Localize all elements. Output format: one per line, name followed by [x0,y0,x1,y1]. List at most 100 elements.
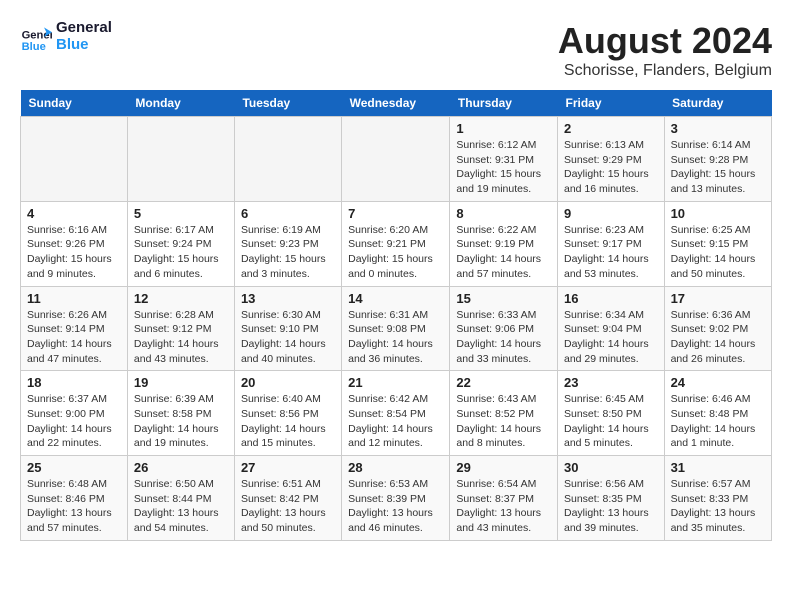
day-number: 18 [27,375,121,390]
calendar-cell: 5 Sunrise: 6:17 AM Sunset: 9:24 PM Daylig… [127,201,234,286]
svg-text:Blue: Blue [22,40,46,52]
calendar-cell: 15 Sunrise: 6:33 AM Sunset: 9:06 PM Dayli… [450,286,558,371]
day-info: Sunrise: 6:39 AM Sunset: 8:58 PM Dayligh… [134,392,228,451]
day-number: 14 [348,291,443,306]
calendar-cell [127,117,234,202]
day-info: Sunrise: 6:42 AM Sunset: 8:54 PM Dayligh… [348,392,443,451]
day-number: 2 [564,121,658,136]
calendar-cell: 14 Sunrise: 6:31 AM Sunset: 9:08 PM Dayli… [342,286,450,371]
day-info: Sunrise: 6:56 AM Sunset: 8:35 PM Dayligh… [564,477,658,536]
day-number: 6 [241,206,335,221]
day-info: Sunrise: 6:28 AM Sunset: 9:12 PM Dayligh… [134,308,228,367]
day-number: 19 [134,375,228,390]
day-info: Sunrise: 6:48 AM Sunset: 8:46 PM Dayligh… [27,477,121,536]
day-info: Sunrise: 6:54 AM Sunset: 8:37 PM Dayligh… [456,477,551,536]
month-year-title: August 2024 [558,20,772,62]
day-info: Sunrise: 6:20 AM Sunset: 9:21 PM Dayligh… [348,223,443,282]
day-info: Sunrise: 6:25 AM Sunset: 9:15 PM Dayligh… [671,223,765,282]
header-wednesday: Wednesday [342,90,450,117]
week-row-2: 11Sunrise: 6:26 AM Sunset: 9:14 PM Dayli… [21,286,772,371]
header-saturday: Saturday [664,90,771,117]
day-number: 29 [456,460,551,475]
calendar-cell: 17 Sunrise: 6:36 AM Sunset: 9:02 PM Dayli… [664,286,771,371]
header-friday: Friday [557,90,664,117]
day-info: Sunrise: 6:46 AM Sunset: 8:48 PM Dayligh… [671,392,765,451]
calendar-cell: 3 Sunrise: 6:14 AM Sunset: 9:28 PM Daylig… [664,117,771,202]
calendar-cell: 18 Sunrise: 6:37 AM Sunset: 9:00 PM Dayli… [21,371,128,456]
calendar-cell [342,117,450,202]
day-info: Sunrise: 6:16 AM Sunset: 9:26 PM Dayligh… [27,223,121,282]
calendar-cell: 21 Sunrise: 6:42 AM Sunset: 8:54 PM Dayli… [342,371,450,456]
logo-text-blue: Blue [56,37,112,54]
day-number: 21 [348,375,443,390]
calendar-cell: 23Sunrise: 6:45 AM Sunset: 8:50 PM Dayli… [557,371,664,456]
calendar-cell [234,117,341,202]
day-info: Sunrise: 6:51 AM Sunset: 8:42 PM Dayligh… [241,477,335,536]
calendar-cell: 29 Sunrise: 6:54 AM Sunset: 8:37 PM Dayli… [450,456,558,541]
day-info: Sunrise: 6:53 AM Sunset: 8:39 PM Dayligh… [348,477,443,536]
calendar-cell: 2 Sunrise: 6:13 AM Sunset: 9:29 PM Daylig… [557,117,664,202]
day-number: 28 [348,460,443,475]
day-number: 9 [564,206,658,221]
day-info: Sunrise: 6:33 AM Sunset: 9:06 PM Dayligh… [456,308,551,367]
day-info: Sunrise: 6:17 AM Sunset: 9:24 PM Dayligh… [134,223,228,282]
calendar-cell: 11Sunrise: 6:26 AM Sunset: 9:14 PM Dayli… [21,286,128,371]
day-number: 7 [348,206,443,221]
calendar-cell: 22Sunrise: 6:43 AM Sunset: 8:52 PM Dayli… [450,371,558,456]
day-number: 27 [241,460,335,475]
day-number: 5 [134,206,228,221]
day-info: Sunrise: 6:43 AM Sunset: 8:52 PM Dayligh… [456,392,551,451]
day-info: Sunrise: 6:34 AM Sunset: 9:04 PM Dayligh… [564,308,658,367]
day-number: 24 [671,375,765,390]
day-info: Sunrise: 6:13 AM Sunset: 9:29 PM Dayligh… [564,138,658,197]
calendar-header-row: SundayMondayTuesdayWednesdayThursdayFrid… [21,90,772,117]
day-number: 3 [671,121,765,136]
logo-text-general: General [56,20,112,37]
header-thursday: Thursday [450,90,558,117]
day-number: 31 [671,460,765,475]
day-info: Sunrise: 6:30 AM Sunset: 9:10 PM Dayligh… [241,308,335,367]
day-info: Sunrise: 6:23 AM Sunset: 9:17 PM Dayligh… [564,223,658,282]
day-info: Sunrise: 6:37 AM Sunset: 9:00 PM Dayligh… [27,392,121,451]
day-info: Sunrise: 6:31 AM Sunset: 9:08 PM Dayligh… [348,308,443,367]
header-tuesday: Tuesday [234,90,341,117]
day-number: 1 [456,121,551,136]
calendar-cell: 10 Sunrise: 6:25 AM Sunset: 9:15 PM Dayli… [664,201,771,286]
day-number: 25 [27,460,121,475]
day-number: 20 [241,375,335,390]
calendar-cell: 27 Sunrise: 6:51 AM Sunset: 8:42 PM Dayli… [234,456,341,541]
calendar-cell: 13 Sunrise: 6:30 AM Sunset: 9:10 PM Dayli… [234,286,341,371]
calendar-cell: 25 Sunrise: 6:48 AM Sunset: 8:46 PM Dayli… [21,456,128,541]
calendar-cell: 24 Sunrise: 6:46 AM Sunset: 8:48 PM Dayli… [664,371,771,456]
header-sunday: Sunday [21,90,128,117]
day-info: Sunrise: 6:14 AM Sunset: 9:28 PM Dayligh… [671,138,765,197]
day-number: 11 [27,291,121,306]
day-info: Sunrise: 6:40 AM Sunset: 8:56 PM Dayligh… [241,392,335,451]
calendar-cell: 8Sunrise: 6:22 AM Sunset: 9:19 PM Daylig… [450,201,558,286]
week-row-4: 25 Sunrise: 6:48 AM Sunset: 8:46 PM Dayli… [21,456,772,541]
day-number: 15 [456,291,551,306]
calendar-cell: 1 Sunrise: 6:12 AM Sunset: 9:31 PM Daylig… [450,117,558,202]
day-number: 8 [456,206,551,221]
calendar-cell: 26Sunrise: 6:50 AM Sunset: 8:44 PM Dayli… [127,456,234,541]
day-info: Sunrise: 6:36 AM Sunset: 9:02 PM Dayligh… [671,308,765,367]
day-number: 17 [671,291,765,306]
day-number: 12 [134,291,228,306]
day-number: 26 [134,460,228,475]
calendar-cell: 7 Sunrise: 6:20 AM Sunset: 9:21 PM Daylig… [342,201,450,286]
week-row-3: 18 Sunrise: 6:37 AM Sunset: 9:00 PM Dayli… [21,371,772,456]
day-number: 30 [564,460,658,475]
title-block: August 2024 Schorisse, Flanders, Belgium [558,20,772,80]
calendar-cell: 31Sunrise: 6:57 AM Sunset: 8:33 PM Dayli… [664,456,771,541]
calendar-table: SundayMondayTuesdayWednesdayThursdayFrid… [20,90,772,541]
day-info: Sunrise: 6:45 AM Sunset: 8:50 PM Dayligh… [564,392,658,451]
logo-icon: General Blue [20,21,52,53]
day-number: 13 [241,291,335,306]
calendar-cell: 6Sunrise: 6:19 AM Sunset: 9:23 PM Daylig… [234,201,341,286]
calendar-cell: 9 Sunrise: 6:23 AM Sunset: 9:17 PM Daylig… [557,201,664,286]
calendar-cell: 19 Sunrise: 6:39 AM Sunset: 8:58 PM Dayli… [127,371,234,456]
calendar-cell: 30 Sunrise: 6:56 AM Sunset: 8:35 PM Dayli… [557,456,664,541]
day-info: Sunrise: 6:12 AM Sunset: 9:31 PM Dayligh… [456,138,551,197]
day-number: 4 [27,206,121,221]
day-number: 10 [671,206,765,221]
